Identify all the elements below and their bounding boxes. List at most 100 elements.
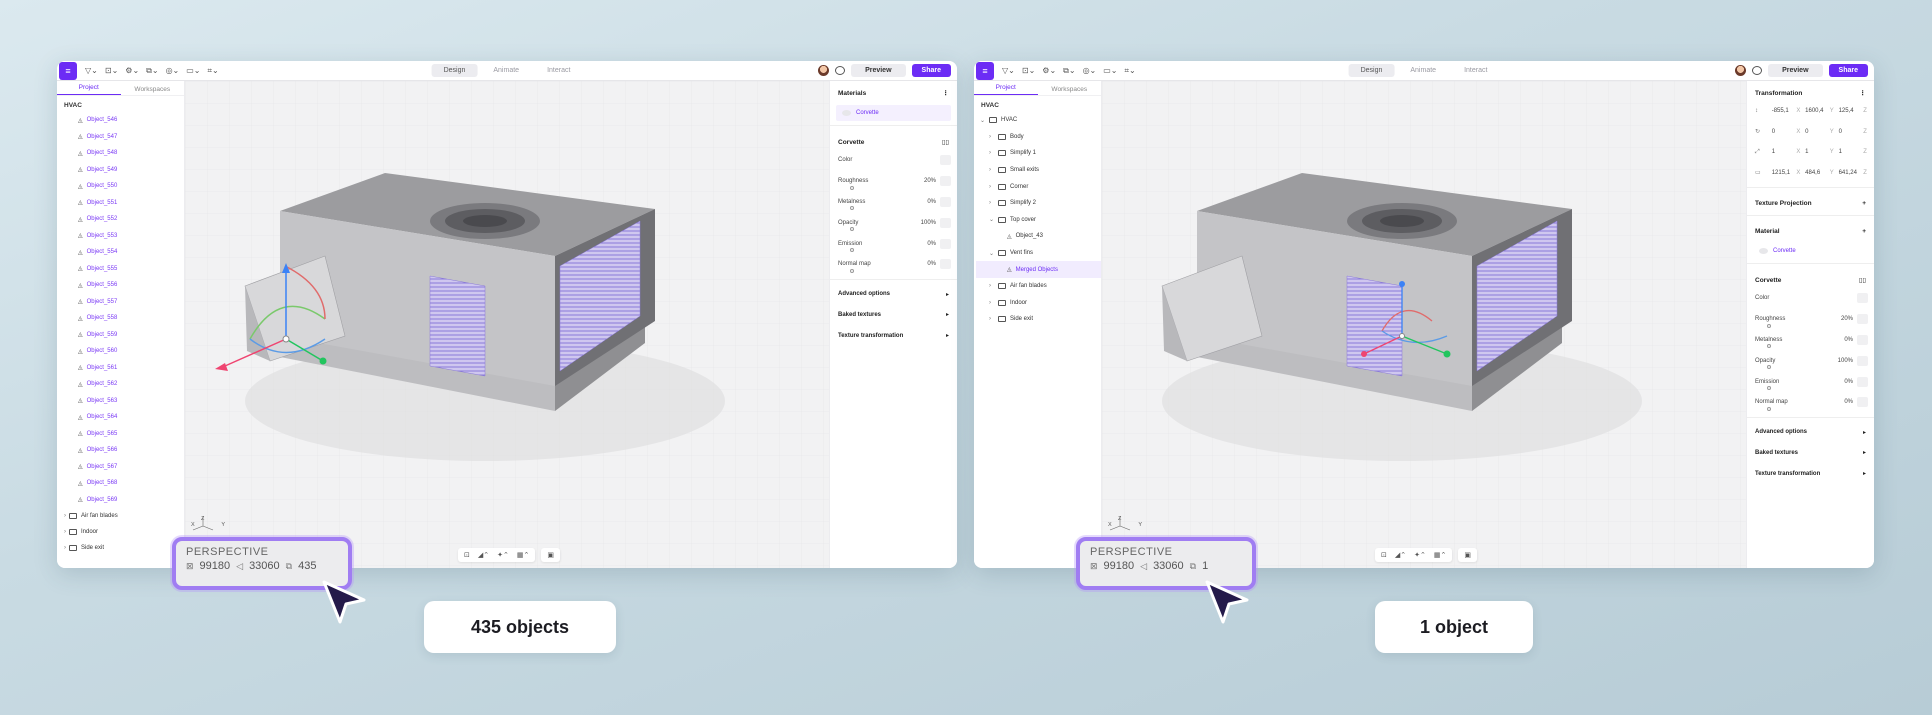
transform-x-field[interactable]: 1 <box>1772 149 1793 155</box>
share-button[interactable]: Share <box>911 64 951 77</box>
transform-z-field[interactable]: 125,4 <box>1839 108 1860 114</box>
group-item[interactable]: › Side exit <box>57 540 184 556</box>
tree-item[interactable]: ◬ Object_43 <box>976 228 1101 245</box>
texture-slot[interactable] <box>940 176 951 187</box>
focus-icon[interactable]: ⊡ <box>1381 551 1387 559</box>
grid-icon[interactable]: ▦⌃ <box>517 551 529 559</box>
list-item[interactable]: ◬ Object_554 <box>78 244 184 261</box>
tab-interact[interactable]: Interact <box>535 64 582 77</box>
tree-item[interactable]: › Side exit <box>976 311 1101 328</box>
material-property-row[interactable]: Color <box>830 150 957 171</box>
grid-tool-icon[interactable]: ⌗⌄ <box>208 66 219 76</box>
chevron-right-icon[interactable]: › <box>989 316 995 322</box>
list-item[interactable]: ◬ Object_567 <box>78 459 184 476</box>
chevron-right-icon[interactable]: › <box>989 134 995 140</box>
3d-viewport[interactable]: Z XY ⊡ ◢⌃ ✦⌃ ▦⌃ ▣ <box>1102 81 1750 568</box>
transform-y-field[interactable]: 0 <box>1805 129 1826 135</box>
tree-item[interactable]: › Small exits <box>976 162 1101 179</box>
render-icon[interactable]: ◢⌃ <box>478 551 489 559</box>
grid-tool-icon[interactable]: ⌗⌄ <box>1125 66 1136 76</box>
material-property-row[interactable]: Opacity 100% <box>1747 350 1874 371</box>
material-property-row[interactable]: Normal map 0% <box>1747 392 1874 413</box>
transform-x-field[interactable]: -855,1 <box>1772 108 1793 114</box>
expander-row[interactable]: Baked textures ▸ <box>830 305 957 326</box>
texture-slot[interactable] <box>1857 397 1868 408</box>
list-item[interactable]: ◬ Object_560 <box>78 343 184 360</box>
property-value[interactable]: 20% <box>924 178 936 184</box>
list-item[interactable]: ◬ Object_552 <box>78 211 184 228</box>
material-tool-icon[interactable]: ◎⌄ <box>166 66 180 76</box>
texture-slot[interactable] <box>940 259 951 270</box>
list-item[interactable]: ◬ Object_564 <box>78 409 184 426</box>
tree-item[interactable]: ◬ Merged Objects <box>976 261 1101 278</box>
add-icon[interactable]: + <box>1862 228 1866 235</box>
focus-icon[interactable]: ⊡ <box>464 551 470 559</box>
list-item[interactable]: ◬ Object_561 <box>78 360 184 377</box>
expander-row[interactable]: Texture transformation ▸ <box>1747 463 1874 484</box>
list-item[interactable]: ◬ Object_549 <box>78 162 184 179</box>
preview-button[interactable]: Preview <box>851 64 906 77</box>
chevron-right-icon[interactable]: › <box>989 300 995 306</box>
expander-row[interactable]: Advanced options ▸ <box>1747 422 1874 443</box>
texture-slot[interactable] <box>940 238 951 249</box>
list-item[interactable]: ◬ Object_546 <box>78 112 184 129</box>
material-property-row[interactable]: Color <box>1747 288 1874 309</box>
list-item[interactable]: ◬ Object_555 <box>78 261 184 278</box>
list-item[interactable]: ◬ Object_547 <box>78 129 184 146</box>
property-value[interactable]: 0% <box>927 261 936 267</box>
material-tool-icon[interactable]: ◎⌄ <box>1083 66 1097 76</box>
frame-tool-icon[interactable]: ⊡⌄ <box>105 66 118 76</box>
material-chip[interactable]: Corvette <box>1753 243 1868 259</box>
slider-knob[interactable] <box>1767 406 1771 411</box>
tree-item[interactable]: › Air fan blades <box>976 278 1101 295</box>
tab-workspaces[interactable]: Workspaces <box>121 84 185 93</box>
list-item[interactable]: ◬ Object_559 <box>78 327 184 344</box>
material-property-row[interactable]: Roughness 20% <box>830 171 957 192</box>
more-icon[interactable]: ⋮ <box>943 89 950 97</box>
lighting-icon[interactable]: ✦⌃ <box>1414 551 1426 559</box>
slider-knob[interactable] <box>1767 365 1771 370</box>
tab-animate[interactable]: Animate <box>481 64 531 77</box>
expander-row[interactable]: Baked textures ▸ <box>1747 443 1874 464</box>
property-value[interactable]: 20% <box>1841 316 1853 322</box>
folder-tool-icon[interactable]: ▭⌄ <box>186 66 200 76</box>
tree-item[interactable]: › Simplify 2 <box>976 195 1101 212</box>
share-button[interactable]: Share <box>1828 64 1868 77</box>
chevron-right-icon[interactable]: › <box>989 167 995 173</box>
tree-item[interactable]: › Corner <box>976 178 1101 195</box>
component-tool-icon[interactable]: ⧉⌄ <box>1063 66 1075 76</box>
transform-y-field[interactable]: 1600,4 <box>1805 108 1826 114</box>
add-icon[interactable]: + <box>1862 200 1866 207</box>
tree-item[interactable]: › Body <box>976 129 1101 146</box>
transform-z-field[interactable]: 1 <box>1839 149 1860 155</box>
texture-slot[interactable] <box>1857 293 1868 304</box>
menu-icon[interactable]: ≡ <box>976 61 994 80</box>
slider-knob[interactable] <box>850 206 854 211</box>
book-icon[interactable]: ▯▯ <box>1859 276 1866 284</box>
property-value[interactable]: 100% <box>1838 358 1853 364</box>
book-icon[interactable]: ▯▯ <box>942 138 949 146</box>
slider-knob[interactable] <box>850 268 854 273</box>
list-item[interactable]: ◬ Object_568 <box>78 475 184 492</box>
comment-icon[interactable] <box>1752 66 1763 75</box>
chevron-right-icon[interactable]: › <box>989 150 995 156</box>
property-value[interactable]: 0% <box>927 199 936 205</box>
texture-slot[interactable] <box>940 196 951 207</box>
group-item[interactable]: › Indoor <box>57 524 184 540</box>
grid-icon[interactable]: ▦⌃ <box>1434 551 1446 559</box>
tree-item[interactable]: ⌄ HVAC <box>976 112 1101 129</box>
settings-tool-icon[interactable]: ⚙⌄ <box>1042 66 1056 76</box>
preview-button[interactable]: Preview <box>1768 64 1823 77</box>
list-item[interactable]: ◬ Object_556 <box>78 277 184 294</box>
material-property-row[interactable]: Emission 0% <box>830 233 957 254</box>
material-property-row[interactable]: Normal map 0% <box>830 254 957 275</box>
tab-project[interactable]: Project <box>974 82 1038 95</box>
transform-x-field[interactable]: 1215,1 <box>1772 170 1793 176</box>
material-property-row[interactable]: Opacity 100% <box>830 212 957 233</box>
image-icon[interactable]: ▣ <box>547 551 554 559</box>
image-icon[interactable]: ▣ <box>1464 551 1471 559</box>
material-property-row[interactable]: Emission 0% <box>1747 371 1874 392</box>
texture-slot[interactable] <box>1857 355 1868 366</box>
chevron-right-icon[interactable]: › <box>64 545 66 551</box>
list-item[interactable]: ◬ Object_558 <box>78 310 184 327</box>
